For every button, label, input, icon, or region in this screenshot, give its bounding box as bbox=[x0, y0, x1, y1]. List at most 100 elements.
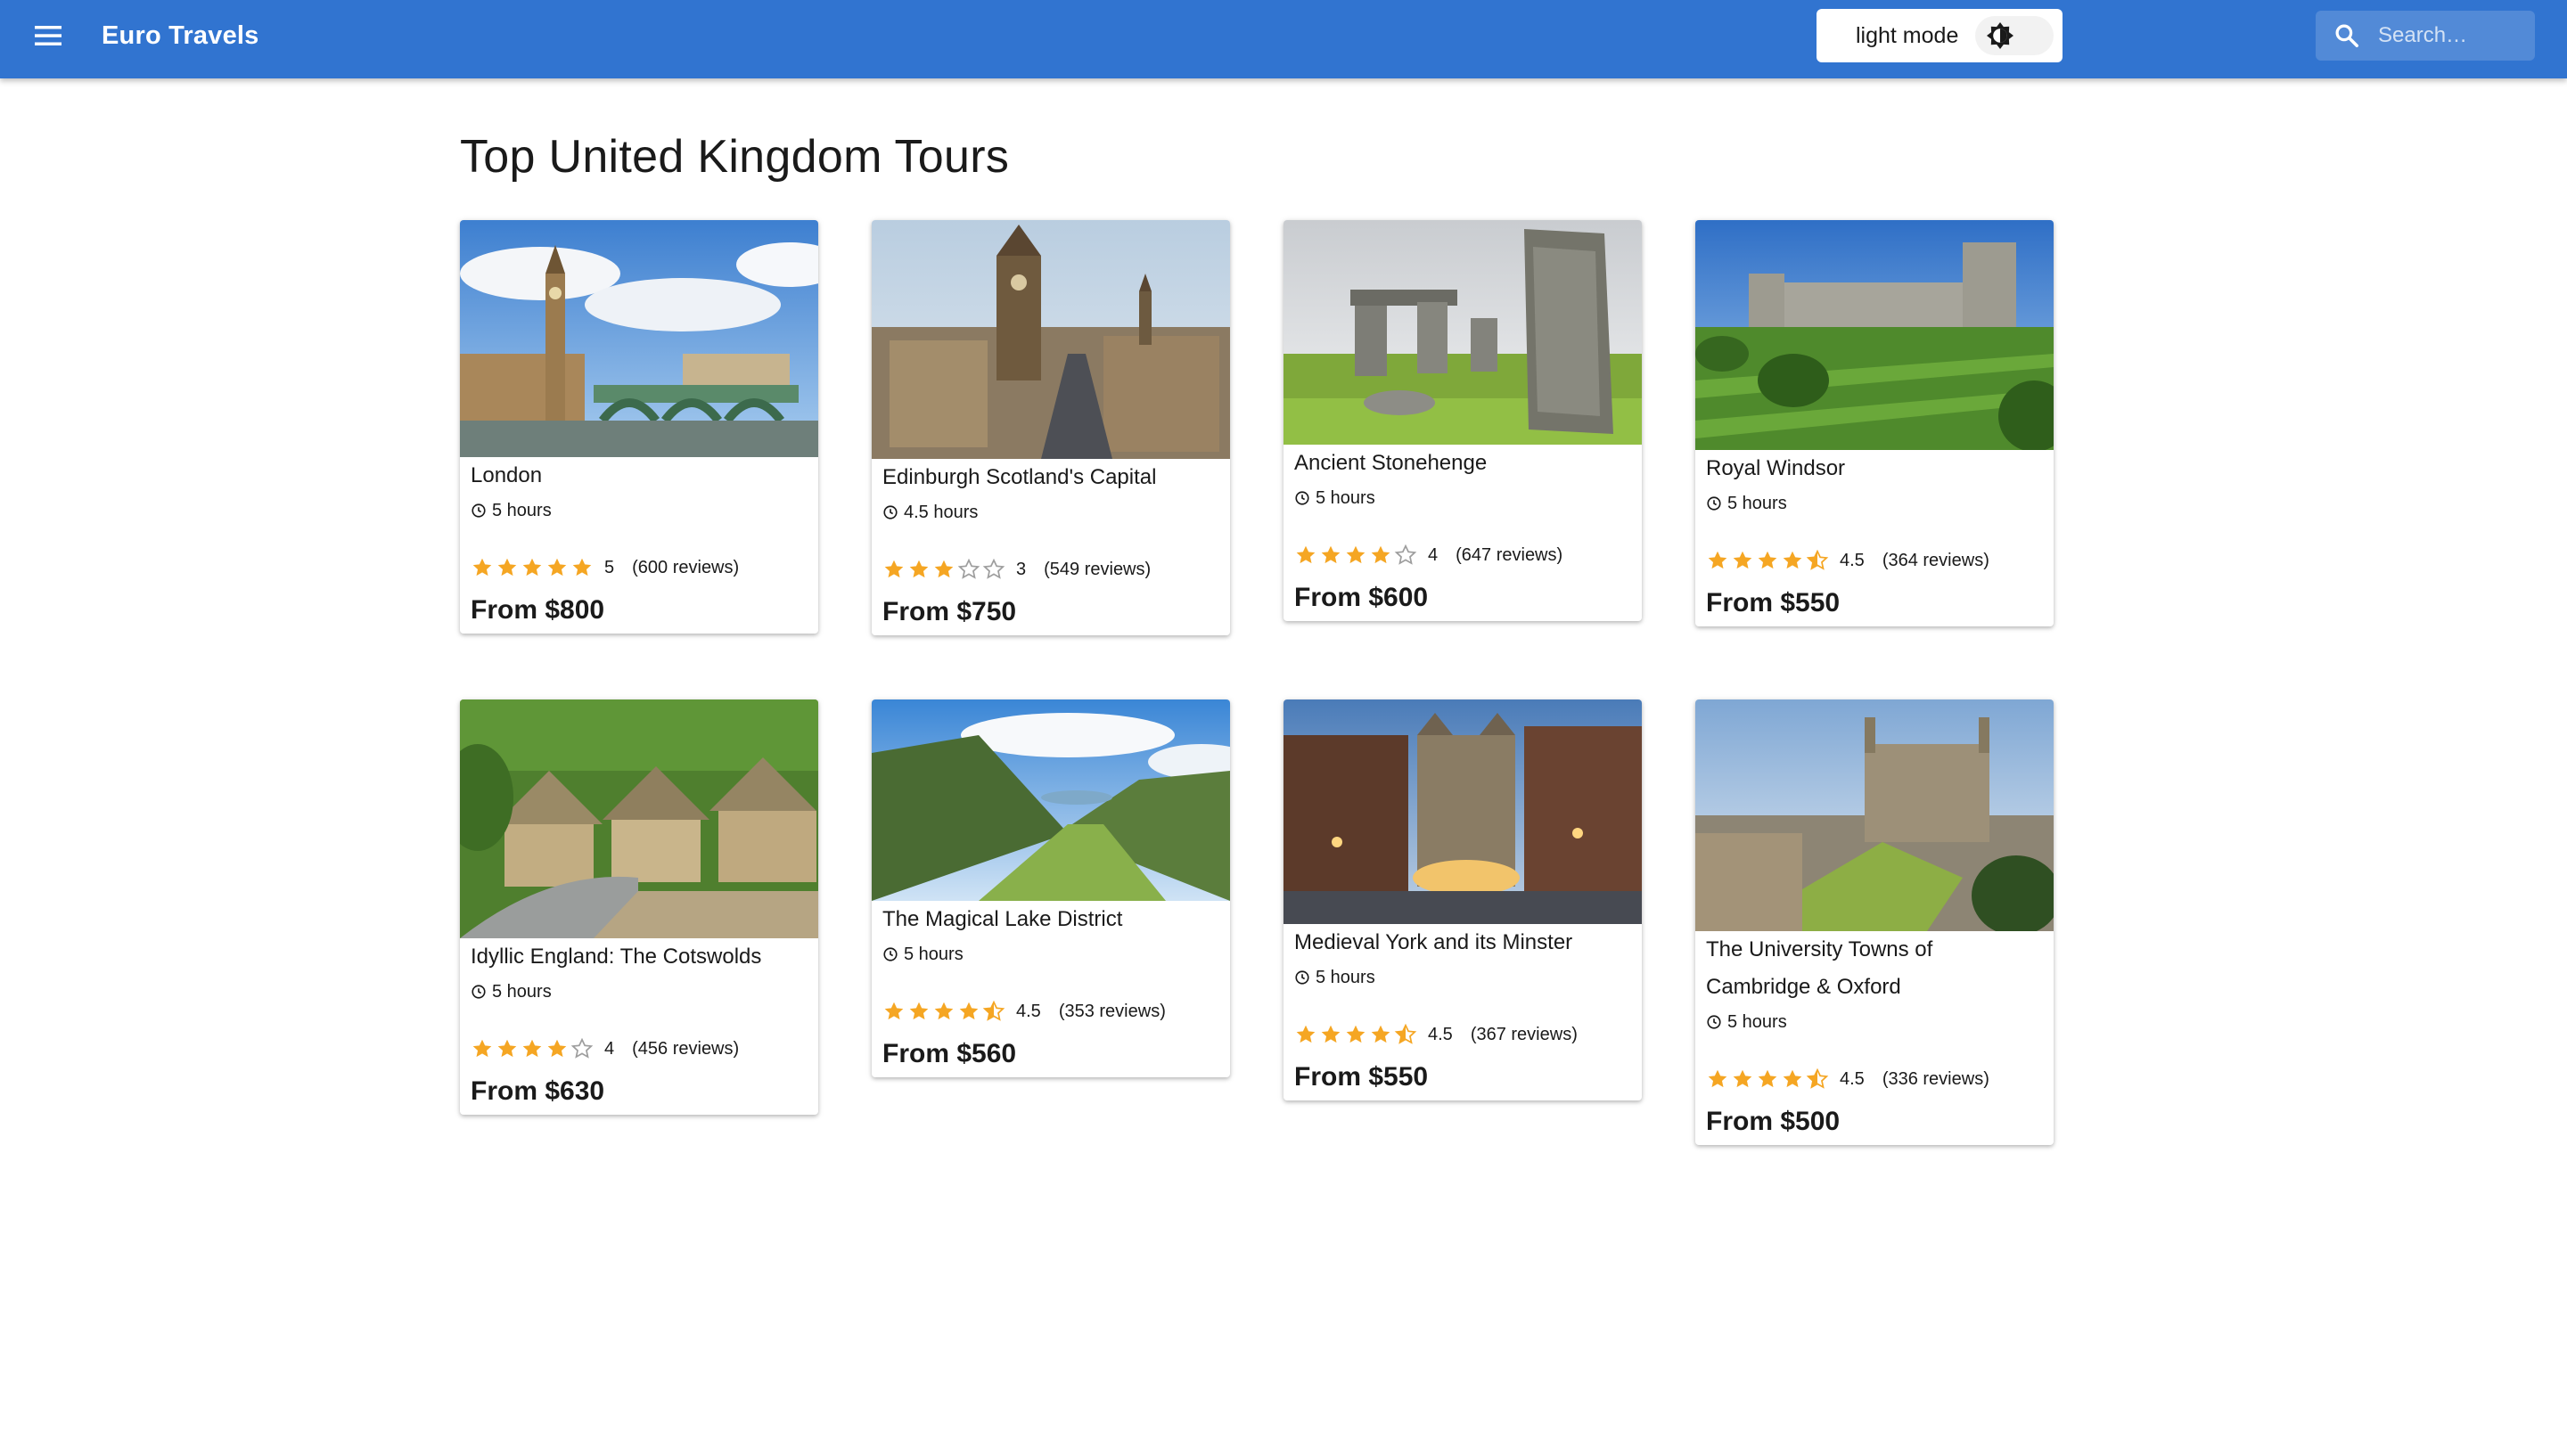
page-title: Top United Kingdom Tours bbox=[460, 131, 1010, 183]
star-rating bbox=[1706, 549, 1831, 572]
star-rating bbox=[1294, 1023, 1419, 1046]
review-count: (336 reviews) bbox=[1882, 1068, 1989, 1089]
tour-duration-text: 5 hours bbox=[492, 981, 552, 1002]
search-box[interactable] bbox=[2316, 11, 2535, 61]
clock-icon bbox=[472, 985, 486, 999]
tour-price: From $560 bbox=[882, 1039, 1017, 1068]
tour-duration: 5 hours bbox=[471, 976, 808, 1008]
star-full-icon bbox=[497, 1039, 517, 1058]
star-full-icon bbox=[1783, 1069, 1802, 1088]
tour-rating: 3 (549 reviews) bbox=[882, 550, 1219, 589]
rating-value: 3 bbox=[1016, 559, 1027, 579]
tour-rating: 4 (456 reviews) bbox=[471, 1029, 808, 1068]
tour-image-windsor bbox=[1695, 220, 2054, 450]
star-full-icon bbox=[909, 560, 929, 578]
tour-image-york bbox=[1284, 699, 1642, 924]
rating-value: 4.5 bbox=[1840, 550, 1865, 570]
tour-price: From $600 bbox=[1294, 583, 1429, 612]
star-rating bbox=[1294, 544, 1419, 567]
tour-duration-text: 4.5 hours bbox=[904, 502, 979, 522]
tour-card-edinburgh[interactable]: Edinburgh Scotland's Capital 4.5 hours 3… bbox=[872, 220, 1230, 635]
clock-icon bbox=[1295, 491, 1309, 505]
light-mode-label: light mode bbox=[1856, 22, 1959, 48]
star-rating bbox=[882, 558, 1007, 581]
mode-toggle-track bbox=[1975, 16, 2054, 55]
star-full-icon bbox=[1321, 1025, 1341, 1043]
star-half-icon bbox=[1806, 1067, 1829, 1089]
tour-card-stonehenge[interactable]: Ancient Stonehenge 5 hours 4 (647 review… bbox=[1284, 220, 1642, 621]
tour-card-york[interactable]: Medieval York and its Minster 5 hours 4.… bbox=[1284, 699, 1642, 1100]
tour-image-edinburgh bbox=[872, 220, 1230, 459]
star-rating bbox=[471, 1037, 595, 1060]
tour-duration: 4.5 hours bbox=[882, 496, 1219, 528]
tour-duration-text: 5 hours bbox=[1727, 1011, 1787, 1032]
tour-duration-text: 5 hours bbox=[1727, 493, 1787, 513]
tour-price: From $630 bbox=[471, 1076, 605, 1106]
star-full-icon bbox=[1346, 545, 1366, 564]
brightness-icon bbox=[1987, 22, 2013, 49]
tour-card-cotswolds[interactable]: Idyllic England: The Cotswolds 5 hours 4… bbox=[460, 699, 818, 1115]
star-full-icon bbox=[884, 1002, 904, 1020]
star-full-icon bbox=[1708, 1069, 1727, 1088]
tour-duration: 5 hours bbox=[1294, 482, 1631, 514]
tour-name: Medieval York and its Minster bbox=[1294, 930, 1573, 954]
tour-card-london[interactable]: London 5 hours 5 (600 reviews) From $800 bbox=[460, 220, 818, 634]
star-full-icon bbox=[472, 558, 492, 577]
tour-duration: 5 hours bbox=[471, 495, 808, 527]
review-count: (456 reviews) bbox=[632, 1038, 740, 1059]
app-bar: Euro Travels light mode bbox=[0, 0, 2567, 78]
tour-rating: 4.5 (336 reviews) bbox=[1706, 1059, 2043, 1099]
tour-card-lake-district[interactable]: The Magical Lake District 5 hours 4.5 (3… bbox=[872, 699, 1230, 1077]
star-empty-icon bbox=[982, 558, 1005, 579]
clock-icon bbox=[1707, 496, 1721, 511]
star-empty-icon bbox=[957, 558, 980, 579]
tour-rating: 4.5 (353 reviews) bbox=[882, 992, 1219, 1031]
star-half-icon bbox=[1806, 549, 1829, 570]
tour-price: From $550 bbox=[1294, 1062, 1429, 1092]
clock-icon bbox=[472, 503, 486, 518]
review-count: (600 reviews) bbox=[632, 557, 740, 577]
clock-icon bbox=[883, 505, 898, 519]
search-input[interactable] bbox=[2378, 11, 2530, 61]
star-full-icon bbox=[959, 1002, 979, 1020]
app-title[interactable]: Euro Travels bbox=[102, 18, 259, 53]
star-half-icon bbox=[1394, 1023, 1417, 1044]
light-mode-button[interactable]: light mode bbox=[1817, 9, 2063, 62]
tour-rating: 4 (647 reviews) bbox=[1294, 536, 1631, 575]
rating-value: 4 bbox=[1428, 544, 1439, 565]
rating-value: 4.5 bbox=[1016, 1001, 1041, 1021]
tour-price: From $550 bbox=[1706, 588, 1841, 618]
menu-icon bbox=[35, 26, 62, 45]
tour-image-cotswolds bbox=[460, 699, 818, 938]
tour-card-windsor[interactable]: Royal Windsor 5 hours 4.5 (364 reviews) … bbox=[1695, 220, 2054, 626]
menu-button[interactable] bbox=[30, 18, 66, 53]
star-full-icon bbox=[1758, 551, 1777, 569]
star-full-icon bbox=[1733, 1069, 1752, 1088]
star-empty-icon bbox=[1394, 544, 1417, 565]
review-count: (367 reviews) bbox=[1470, 1024, 1578, 1044]
star-full-icon bbox=[934, 1002, 954, 1020]
tour-card-cambridge-oxford[interactable]: The University Towns of Cambridge & Oxfo… bbox=[1695, 699, 2054, 1145]
clock-icon bbox=[1707, 1015, 1721, 1029]
search-icon bbox=[2335, 24, 2358, 47]
tour-price: From $500 bbox=[1706, 1107, 1841, 1136]
rating-value: 4.5 bbox=[1428, 1024, 1453, 1044]
tour-rating: 5 (600 reviews) bbox=[471, 548, 808, 587]
star-empty-icon bbox=[570, 1037, 594, 1059]
tour-name: Royal Windsor bbox=[1706, 456, 1846, 480]
tour-duration-text: 5 hours bbox=[904, 944, 964, 964]
star-rating bbox=[882, 1000, 1007, 1023]
tour-duration-text: 5 hours bbox=[492, 500, 552, 520]
clock-icon bbox=[1295, 970, 1309, 985]
tour-image-stonehenge bbox=[1284, 220, 1642, 445]
star-half-icon bbox=[982, 1000, 1005, 1021]
star-full-icon bbox=[547, 558, 567, 577]
star-full-icon bbox=[1371, 545, 1390, 564]
star-full-icon bbox=[547, 1039, 567, 1058]
tour-rating: 4.5 (367 reviews) bbox=[1294, 1015, 1631, 1054]
star-full-icon bbox=[1783, 551, 1802, 569]
tour-rating: 4.5 (364 reviews) bbox=[1706, 541, 2043, 580]
star-rating bbox=[471, 556, 595, 579]
tour-name: London bbox=[471, 463, 543, 487]
review-count: (353 reviews) bbox=[1058, 1001, 1166, 1021]
